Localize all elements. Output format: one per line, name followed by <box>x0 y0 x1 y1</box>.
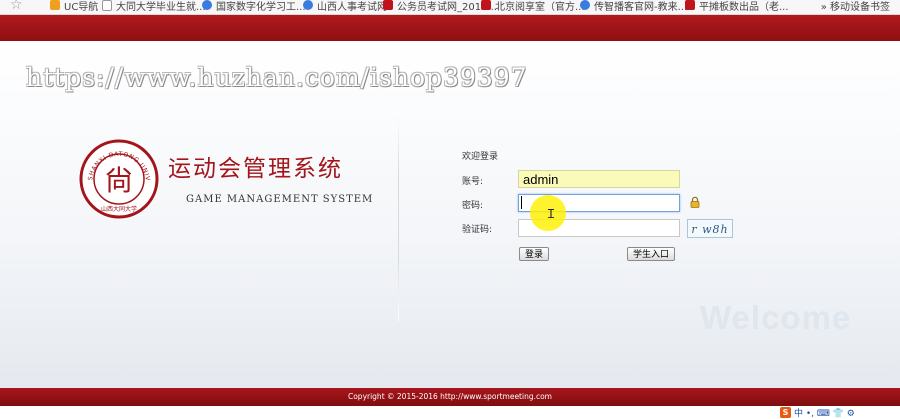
bookmark-label: 国家数字化学习工... <box>216 1 306 13</box>
bookmarks-bar: ☆ UC导航 大同大学毕业生就... 国家数字化学习工... 山西人事考试网 公… <box>0 0 900 15</box>
text-caret <box>521 196 522 209</box>
vertical-divider <box>398 111 399 321</box>
red-site-icon <box>481 0 491 10</box>
page-icon <box>102 0 112 11</box>
uc-icon <box>50 0 60 10</box>
ime-status-text: 中 •, ⌨ 👕 ⚙ <box>794 408 855 419</box>
header-band <box>0 15 900 41</box>
logo-glyph: 尙 <box>105 164 133 197</box>
ibeam-cursor-icon: Ｉ <box>545 207 558 221</box>
bookmark-item[interactable]: 国家数字化学习工... <box>202 0 306 13</box>
bookmark-item[interactable]: 北京阅享室（官方... <box>481 0 585 13</box>
red-site-icon <box>685 0 695 10</box>
bookmark-item[interactable]: UC导航 <box>50 0 99 13</box>
bookmark-label: 平摊板数出品（老... <box>699 1 789 13</box>
red-site-icon <box>383 0 393 10</box>
university-logo: SHANXI DATONG UNIVERSITY 尙 山西大同大学 <box>79 139 159 219</box>
bookmarks-more[interactable]: » 移动设备书签 <box>821 0 890 13</box>
welcome-text: Welcome <box>700 299 852 336</box>
bookmark-item[interactable]: 平摊板数出品（老... <box>685 0 789 13</box>
star-icon[interactable]: ☆ <box>10 0 23 13</box>
lock-icon <box>690 196 700 208</box>
logo-bottom-text: 山西大同大学 <box>101 205 137 213</box>
captcha-label: 验证码: <box>462 225 493 235</box>
bookmark-item[interactable]: 山西人事考试网 <box>303 0 387 13</box>
globe-icon <box>303 0 313 10</box>
footer-copyright: Copyright © 2015-2016 http://www.sportme… <box>0 388 900 406</box>
globe-icon <box>202 0 212 10</box>
system-subtitle: GAME MANAGEMENT SYSTEM <box>186 194 374 205</box>
captcha-image[interactable]: r w8h <box>687 219 733 238</box>
system-title: 运动会管理系统 <box>168 156 343 182</box>
password-label: 密码: <box>462 201 484 211</box>
bookmark-label: 山西人事考试网 <box>317 1 387 13</box>
bookmark-label: 传智播客官网-教来... <box>594 1 688 13</box>
username-label: 账号: <box>462 177 484 187</box>
bookmark-item[interactable]: 传智播客官网-教来... <box>580 0 688 13</box>
watermark-text: https://www.huzhan.com/ishop39397 <box>26 63 528 92</box>
bookmark-item[interactable]: 公务员考试网_2015... <box>383 0 497 13</box>
form-title: 欢迎登录 <box>462 152 499 162</box>
username-input[interactable] <box>518 170 680 188</box>
globe-icon <box>580 0 590 10</box>
login-page: https://www.huzhan.com/ishop39397 SHANXI… <box>0 41 900 388</box>
bookmark-label: 北京阅享室（官方... <box>495 1 585 13</box>
bookmark-label: 大同大学毕业生就... <box>116 1 206 13</box>
bookmark-item[interactable]: 大同大学毕业生就... <box>102 0 206 13</box>
bookmark-label: UC导航 <box>64 1 99 13</box>
system-tray: S 中 •, ⌨ 👕 ⚙ <box>0 406 900 419</box>
student-entry-button[interactable]: 学生入口 <box>627 247 676 261</box>
login-button[interactable]: 登录 <box>519 247 550 261</box>
